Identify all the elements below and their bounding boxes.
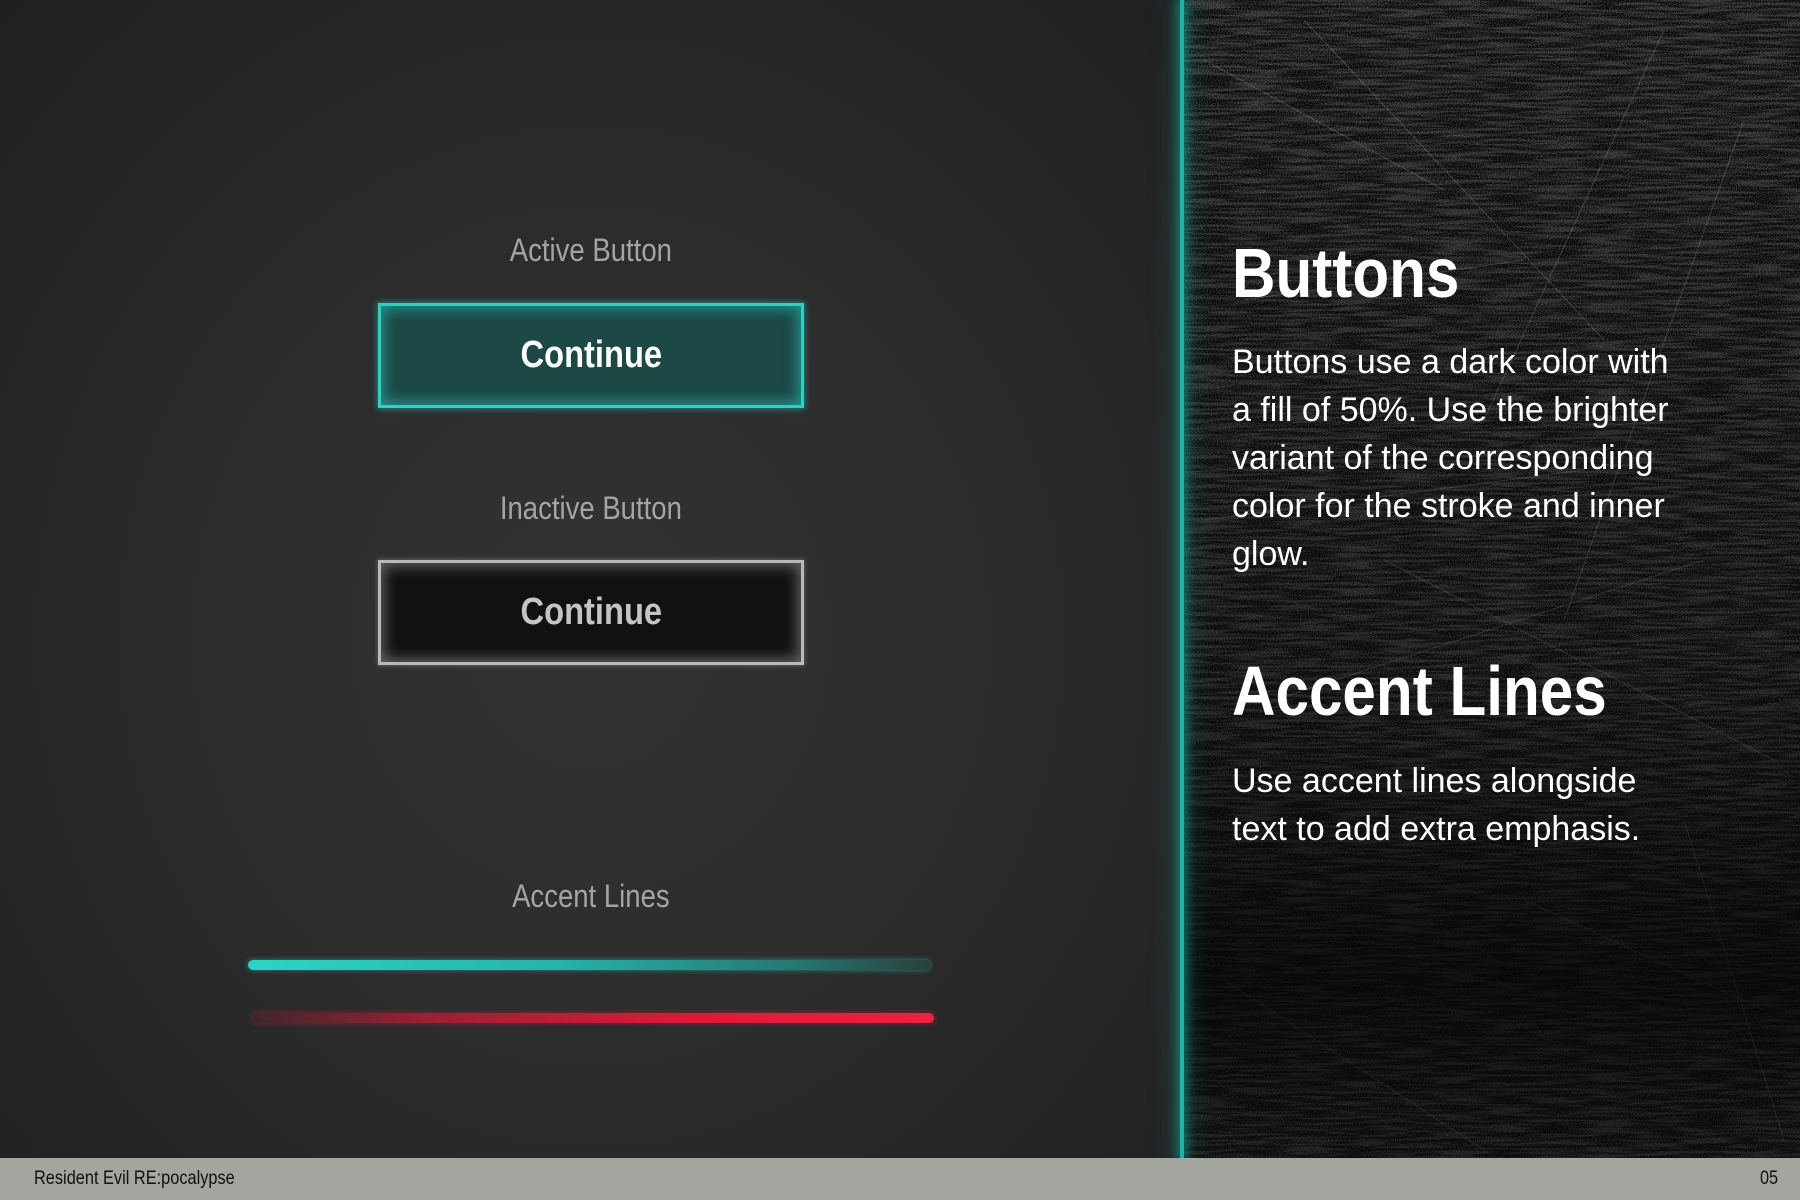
grunge-texture <box>1184 0 1800 1158</box>
inactive-button-label: Inactive Button <box>499 490 682 526</box>
red-accent-line <box>252 1013 934 1023</box>
page-number: 05 <box>1759 1168 1778 1189</box>
inactive-continue-button[interactable]: Continue <box>378 560 804 665</box>
active-button-label: Active Button <box>509 232 672 268</box>
inactive-button-text: Continue <box>520 591 662 633</box>
teal-accent-line <box>248 960 930 970</box>
style-guide-page: Active Button Continue Inactive Button C… <box>0 0 1800 1200</box>
info-panel <box>1184 0 1800 1158</box>
footer-bar <box>0 1158 1800 1200</box>
accent-lines-heading: Accent Lines <box>1232 652 1607 730</box>
active-button-text: Continue <box>520 334 662 376</box>
accent-lines-label: Accent Lines <box>512 878 670 914</box>
teal-divider-line <box>1180 0 1184 1158</box>
accent-lines-description: Use accent lines alongside text to add e… <box>1232 762 1641 848</box>
active-continue-button[interactable]: Continue <box>378 303 804 408</box>
buttons-description: Buttons use a dark color with a fill of … <box>1232 343 1669 573</box>
footer-title: Resident Evil RE:pocalypse <box>34 1168 235 1189</box>
buttons-heading: Buttons <box>1232 234 1460 312</box>
